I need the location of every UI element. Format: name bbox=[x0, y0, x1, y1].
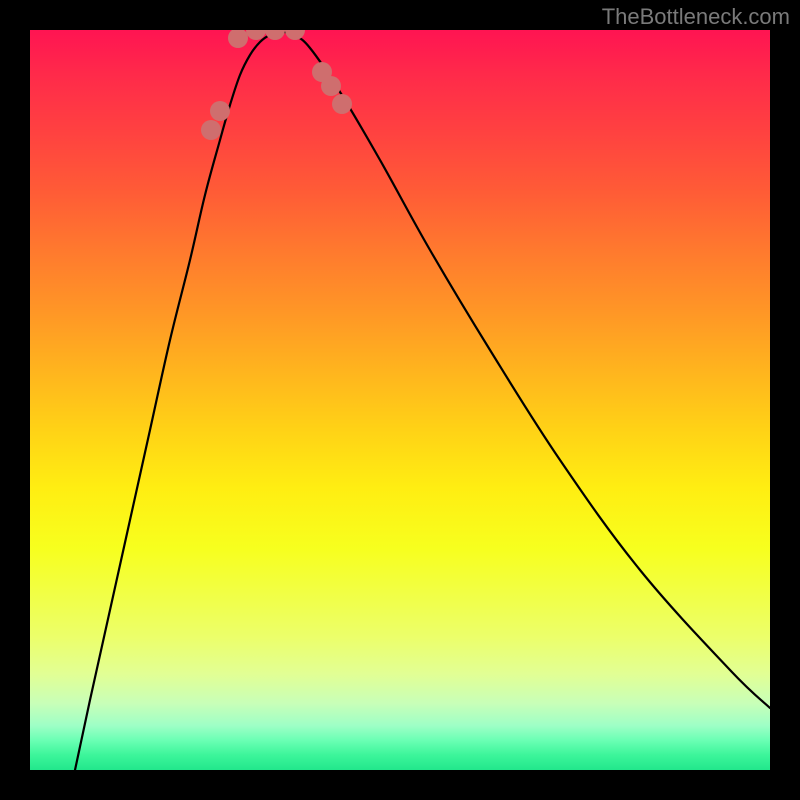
plot-area bbox=[30, 30, 770, 770]
curve-marker bbox=[332, 94, 352, 114]
curve-marker bbox=[210, 101, 230, 121]
watermark-text: TheBottleneck.com bbox=[602, 4, 790, 30]
curve-marker bbox=[265, 30, 285, 40]
curve-marker bbox=[228, 30, 248, 48]
bottleneck-curve bbox=[75, 32, 770, 770]
curve-path-group bbox=[75, 32, 770, 770]
curve-layer bbox=[30, 30, 770, 770]
curve-marker bbox=[201, 120, 221, 140]
curve-marker bbox=[321, 76, 341, 96]
chart-frame: TheBottleneck.com bbox=[0, 0, 800, 800]
